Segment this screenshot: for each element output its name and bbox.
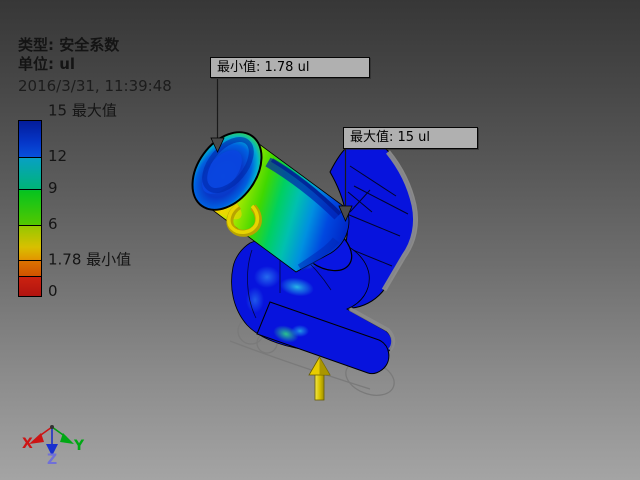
max-value-callout[interactable]: 最大值: 15 ul [343, 127, 478, 149]
legend-separator [19, 157, 41, 158]
min-value-callout[interactable]: 最小值: 1.78 ul [210, 57, 370, 78]
legend-tick-12: 12 [48, 147, 68, 165]
legend-color-bar [18, 120, 42, 297]
legend-tick-6: 6 [48, 215, 58, 233]
legend-separator [19, 260, 41, 261]
result-timestamp: 2016/3/31, 11:39:48 [18, 77, 172, 95]
result-header: 类型: 安全系数 单位: ul 2016/3/31, 11:39:48 [18, 36, 172, 97]
triad-y-label: Y [73, 438, 85, 454]
min-callout-leader [210, 79, 225, 153]
result-type-label: 类型: 安全系数 [18, 36, 120, 54]
triad-z-label: Z [47, 452, 57, 468]
legend-zero-label: 0 [48, 282, 58, 300]
triad-x-label: X [22, 436, 33, 452]
force-arrow [308, 356, 331, 401]
legend-separator [19, 276, 41, 277]
legend-tick-9: 9 [48, 179, 58, 197]
legend-separator [19, 189, 41, 190]
legend-max-label: 15 最大值 [48, 101, 117, 120]
legend-separator [19, 225, 41, 226]
simulation-viewport[interactable]: X Y Z 类型: 安全系数 单位: ul 2016/3/31, 11:39:4… [0, 0, 640, 480]
orientation-triad: X Y Z [22, 425, 85, 468]
result-unit-label: 单位: ul [18, 55, 76, 73]
legend-min-label: 1.78 最小值 [48, 250, 132, 269]
